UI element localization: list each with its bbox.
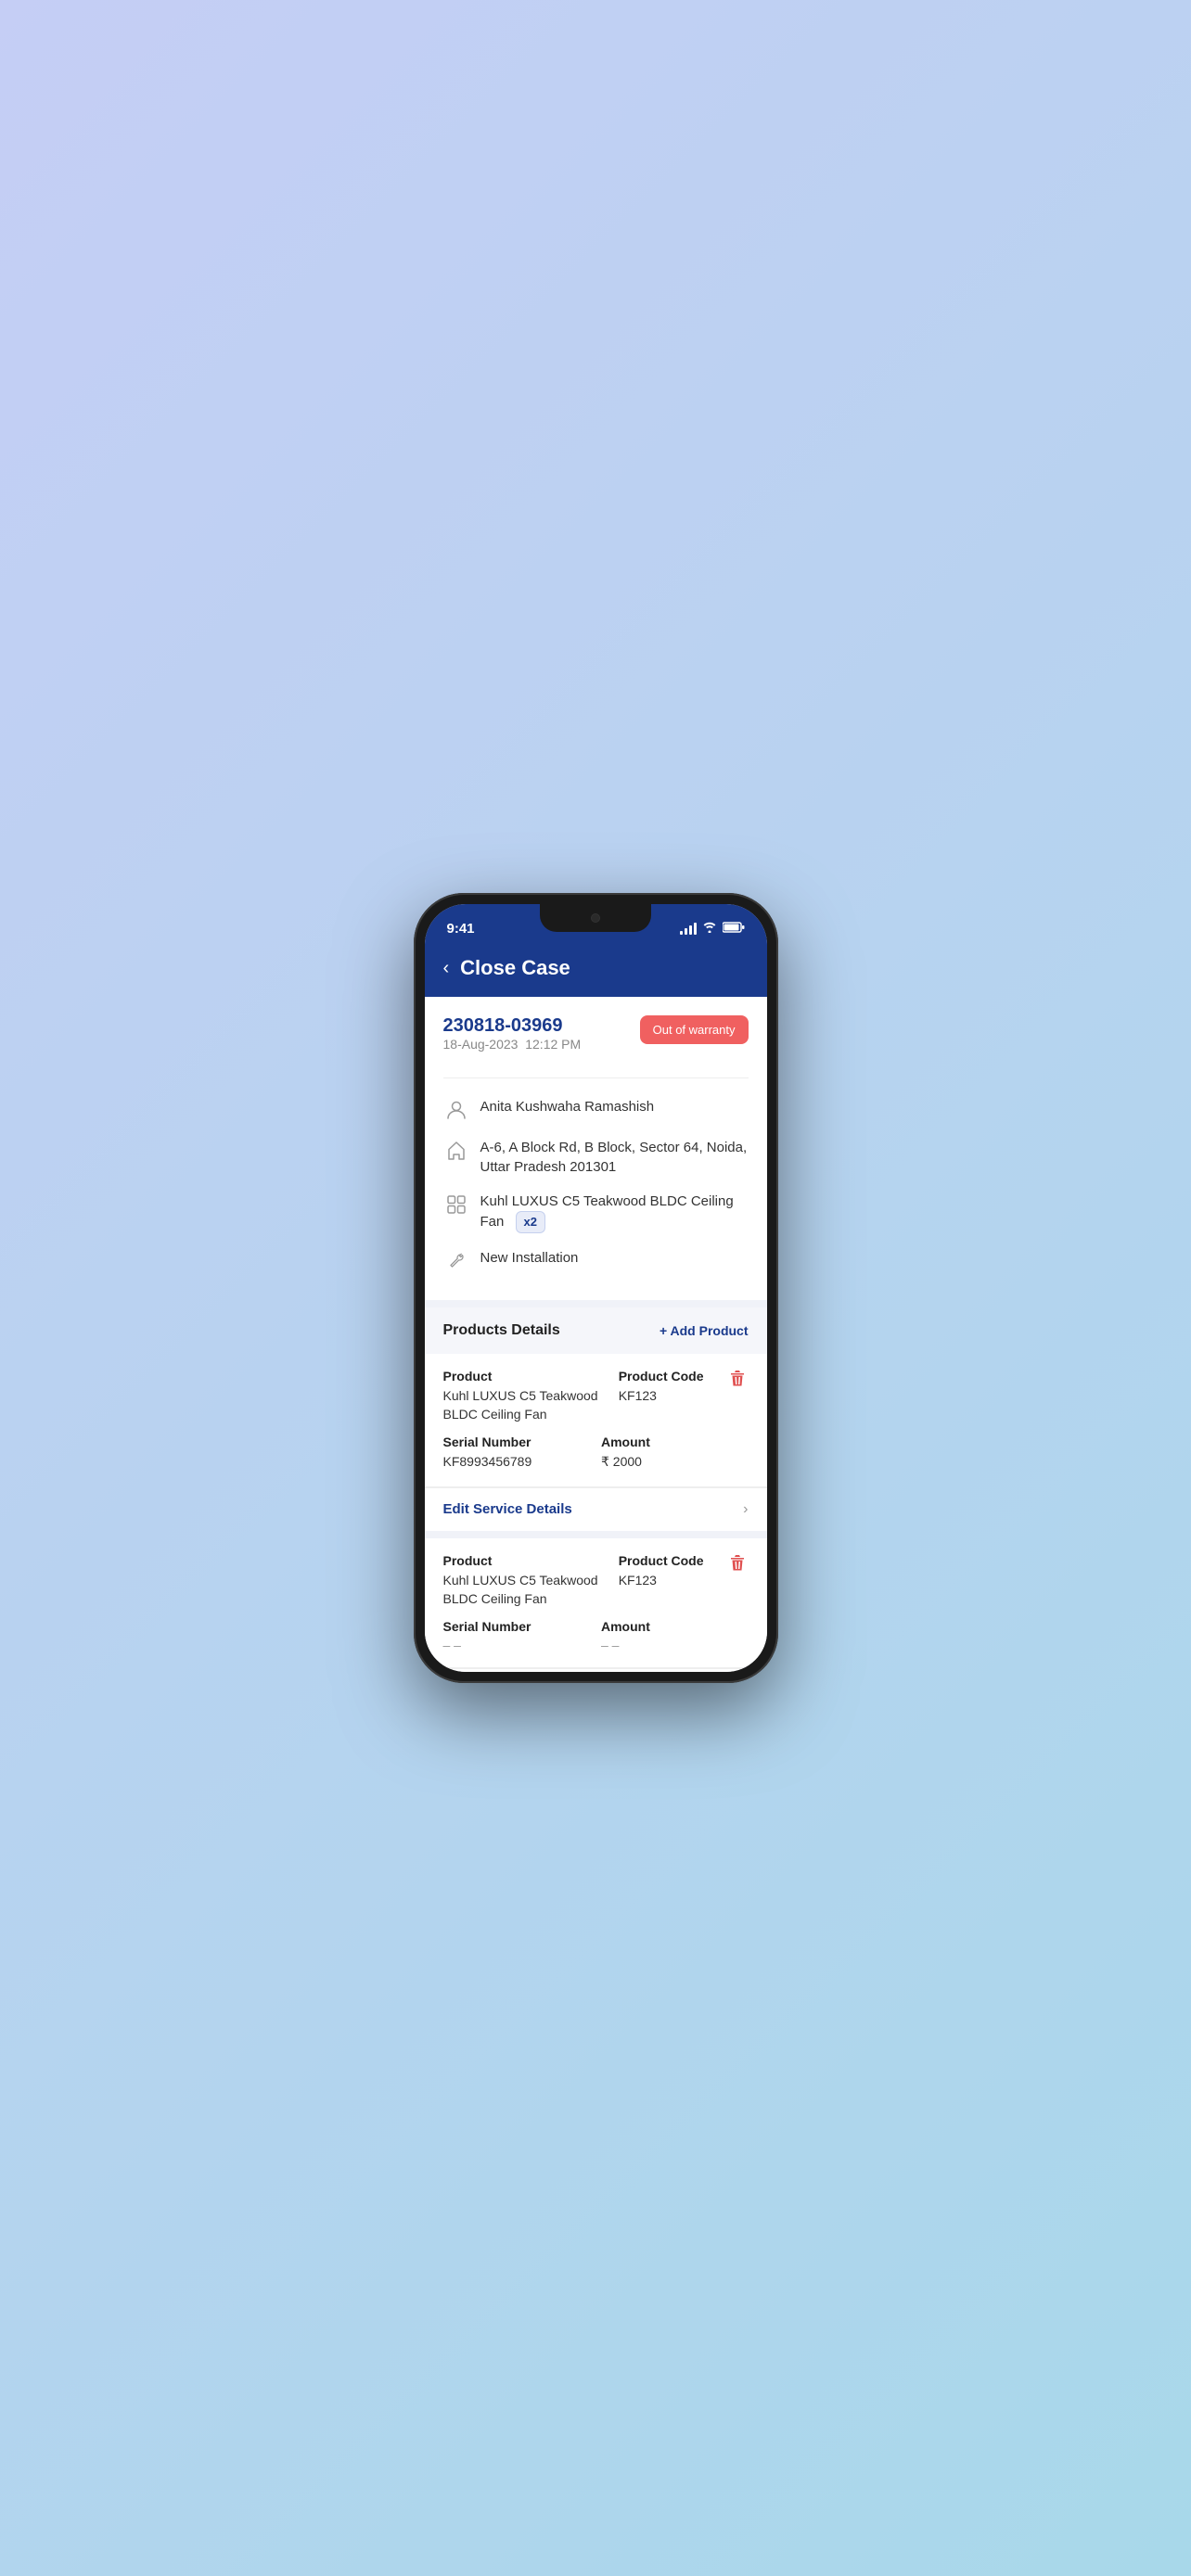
delete-product-1-button[interactable] <box>726 1369 749 1394</box>
person-icon <box>443 1097 469 1123</box>
back-button[interactable]: ‹ <box>443 958 450 979</box>
product-2-label: Product <box>443 1553 611 1568</box>
home-icon <box>443 1138 469 1164</box>
product-1-code-label: Product Code <box>619 1369 704 1384</box>
product-1-row1: Product Kuhl LUXUS C5 Teakwood BLDC Ceil… <box>443 1369 749 1423</box>
wifi-icon <box>702 922 717 936</box>
case-date: 18-Aug-2023 12:12 PM <box>443 1037 582 1052</box>
status-icons <box>680 922 745 936</box>
product-2-amount-value: – – <box>601 1638 749 1652</box>
product-2-serial-col: Serial Number – – <box>443 1619 591 1652</box>
wrench-icon <box>443 1248 469 1274</box>
product-card-2: Product Kuhl LUXUS C5 Teakwood BLDC Ceil… <box>425 1538 767 1668</box>
header: ‹ Close Case <box>425 945 767 997</box>
product-icon <box>443 1192 469 1218</box>
product-1-label: Product <box>443 1369 611 1384</box>
address-row: A-6, A Block Rd, B Block, Sector 64, Noi… <box>443 1130 749 1184</box>
product-2-amount-label: Amount <box>601 1619 749 1634</box>
signal-icon <box>680 923 697 935</box>
edit-service-label-1: Edit Service Details <box>443 1501 572 1517</box>
product-2-serial-value: – – <box>443 1638 591 1652</box>
status-time: 9:41 <box>447 921 475 937</box>
product-1-row2: Serial Number KF8993456789 Amount ₹ 2000 <box>443 1435 749 1472</box>
product-1-code-field: Product Code KF123 <box>619 1369 704 1406</box>
product-name: Kuhl LUXUS C5 Teakwood BLDC Ceiling Fan … <box>480 1192 749 1233</box>
product-1-serial-label: Serial Number <box>443 1435 591 1449</box>
product-2-code-label: Product Code <box>619 1553 704 1568</box>
add-product-button[interactable]: + Add Product <box>660 1323 749 1338</box>
warranty-badge: Out of warranty <box>640 1015 749 1044</box>
service-type: New Installation <box>480 1248 749 1268</box>
product-1-value: Kuhl LUXUS C5 Teakwood BLDC Ceiling Fan <box>443 1387 611 1423</box>
products-section: Products Details + Add Product Product K… <box>425 1307 767 1672</box>
products-section-header: Products Details + Add Product <box>425 1307 767 1354</box>
product-1-serial-value: KF8993456789 <box>443 1453 591 1472</box>
product-count: x2 <box>516 1211 545 1233</box>
product-2-name-col: Product Kuhl LUXUS C5 Teakwood BLDC Ceil… <box>443 1553 611 1608</box>
page-title: Close Case <box>460 956 570 980</box>
product-2-value: Kuhl LUXUS C5 Teakwood BLDC Ceiling Fan <box>443 1572 611 1608</box>
product-1-amount-label: Amount <box>601 1435 749 1449</box>
content-area: 230818-03969 18-Aug-2023 12:12 PM Out of… <box>425 997 767 1672</box>
product-1-name-col: Product Kuhl LUXUS C5 Teakwood BLDC Ceil… <box>443 1369 611 1423</box>
customer-row: Anita Kushwaha Ramashish <box>443 1090 749 1130</box>
product-row: Kuhl LUXUS C5 Teakwood BLDC Ceiling Fan … <box>443 1184 749 1241</box>
product-1-amount-value: ₹ 2000 <box>601 1453 749 1472</box>
product-2-code-value: KF123 <box>619 1572 704 1590</box>
chevron-right-icon-1: › <box>743 1501 748 1518</box>
product-card-1: Product Kuhl LUXUS C5 Teakwood BLDC Ceil… <box>425 1354 767 1487</box>
case-number: 230818-03969 <box>443 1015 582 1037</box>
service-row: New Installation <box>443 1241 749 1282</box>
products-section-title: Products Details <box>443 1322 560 1339</box>
customer-name: Anita Kushwaha Ramashish <box>480 1097 749 1116</box>
product-1-code-value: KF123 <box>619 1387 704 1406</box>
product-2-code-field: Product Code KF123 <box>619 1553 704 1590</box>
battery-icon <box>723 922 745 936</box>
product-divider <box>425 1531 767 1538</box>
product-2-row2: Serial Number – – Amount – – <box>443 1619 749 1652</box>
product-1-serial-col: Serial Number KF8993456789 <box>443 1435 591 1472</box>
case-header: 230818-03969 18-Aug-2023 12:12 PM Out of… <box>443 1015 749 1066</box>
address: A-6, A Block Rd, B Block, Sector 64, Noi… <box>480 1138 749 1177</box>
delete-product-2-button[interactable] <box>726 1553 749 1578</box>
product-1-code-col: Product Code KF123 <box>619 1369 749 1423</box>
case-card: 230818-03969 18-Aug-2023 12:12 PM Out of… <box>425 997 767 1307</box>
product-2-code-col: Product Code KF123 <box>619 1553 749 1608</box>
product-2-amount-col: Amount – – <box>601 1619 749 1652</box>
add-service-button-2[interactable]: Add Service Details › <box>425 1668 767 1672</box>
product-2-row1: Product Kuhl LUXUS C5 Teakwood BLDC Ceil… <box>443 1553 749 1608</box>
product-2-serial-label: Serial Number <box>443 1619 591 1634</box>
product-1-amount-col: Amount ₹ 2000 <box>601 1435 749 1472</box>
edit-service-button-1[interactable]: Edit Service Details › <box>425 1487 767 1531</box>
